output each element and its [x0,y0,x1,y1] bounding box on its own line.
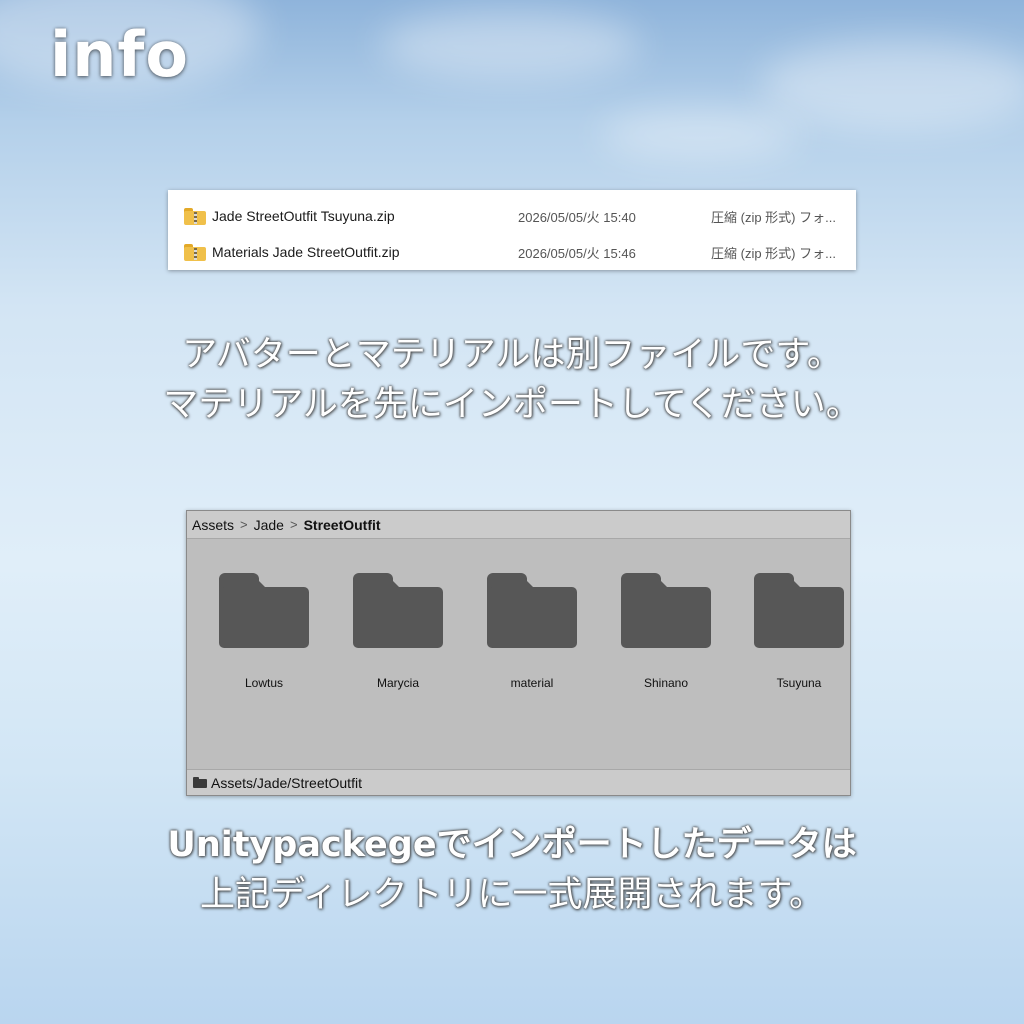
breadcrumb-assets[interactable]: Assets [192,517,234,533]
folder-icon [487,573,577,648]
folder-grid: Lowtus Marycia material Shinano Tsuyuna [187,539,850,769]
caption-line: 上記ディレクトリに一式展開されます。 [199,875,825,915]
caption-import-directory: Unitypackegeでインポートしたデータは 上記ディレクトリに一式展開され… [0,820,1024,920]
caption-line: マテリアルを先にインポートしてください。 [163,385,861,425]
chevron-right-icon: > [289,517,298,532]
breadcrumb-streetoutfit[interactable]: StreetOutfit [304,517,381,533]
status-path: Assets/Jade/StreetOutfit [211,774,362,791]
folder-icon [621,573,711,648]
explorer-file-list: Jade StreetOutfit Tsuyuna.zip 2026/05/05… [168,190,856,270]
zip-folder-icon [184,207,206,225]
folder-label: Shinano [643,676,689,690]
folder-label: material [510,676,554,690]
status-bar: Assets/Jade/StreetOutfit [187,769,850,795]
zip-folder-icon [184,243,206,261]
file-name: Jade StreetOutfit Tsuyuna.zip [212,208,395,224]
page-title: info [50,18,189,91]
folder-item-shinano[interactable]: Shinano [616,573,716,690]
breadcrumb: Assets > Jade > StreetOutfit [187,511,850,539]
folder-item-material[interactable]: material [482,573,582,690]
folder-label: Marycia [376,676,419,690]
caption-separate-files: アバターとマテリアルは別ファイルです。 マテリアルを先にインポートしてください。 [0,330,1024,430]
folder-item-tsuyuna[interactable]: Tsuyuna [749,573,849,690]
file-row[interactable]: Jade StreetOutfit Tsuyuna.zip 2026/05/05… [168,198,856,234]
folder-label: Tsuyuna [776,676,822,690]
unity-project-window: Assets > Jade > StreetOutfit Lowtus Mary… [186,510,851,796]
caption-line: Unitypackegeでインポートしたデータは [167,825,857,865]
folder-icon [219,573,309,648]
file-date: 2026/05/05/火 15:40 [518,209,636,225]
chevron-right-icon: > [240,517,248,532]
folder-icon [353,573,443,648]
file-name: Materials Jade StreetOutfit.zip [212,244,400,260]
file-row[interactable]: Materials Jade StreetOutfit.zip 2026/05/… [168,234,856,270]
file-type: 圧縮 (zip 形式) フォ... [711,209,836,225]
folder-item-lowtus[interactable]: Lowtus [214,573,314,690]
folder-label: Lowtus [244,676,284,690]
file-type: 圧縮 (zip 形式) フォ... [711,245,836,261]
caption-line: アバターとマテリアルは別ファイルです。 [182,335,842,375]
folder-item-marycia[interactable]: Marycia [348,573,448,690]
folder-icon [193,777,207,788]
file-date: 2026/05/05/火 15:46 [518,245,636,261]
breadcrumb-jade[interactable]: Jade [254,517,284,533]
folder-icon [754,573,844,648]
